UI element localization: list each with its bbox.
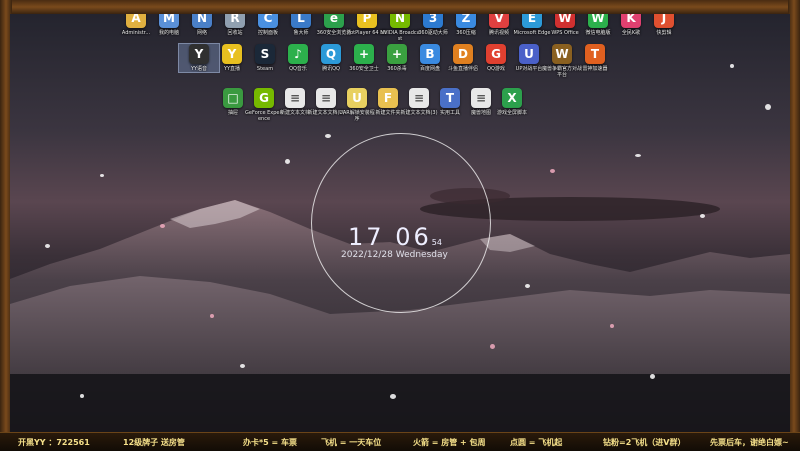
app-icon: □ bbox=[223, 88, 243, 108]
ticker-item: 开黑YY ：722561 bbox=[18, 438, 90, 447]
desktop-icon[interactable]: X 游戏全屏脚本 bbox=[492, 88, 532, 116]
ticker-item: 点圆 = 飞机起 bbox=[510, 438, 563, 447]
app-icon: B bbox=[420, 44, 440, 64]
app-icon: ≡ bbox=[316, 88, 336, 108]
app-icon: Q bbox=[321, 44, 341, 64]
app-icon: N bbox=[390, 14, 410, 28]
app-icon: A bbox=[126, 14, 146, 28]
app-icon: S bbox=[255, 44, 275, 64]
app-icon: G bbox=[254, 88, 274, 108]
app-icon: L bbox=[291, 14, 311, 28]
app-icon: 3 bbox=[423, 14, 443, 28]
app-icon: K bbox=[621, 14, 641, 28]
app-icon: Z bbox=[456, 14, 476, 28]
clock-second: 54 bbox=[431, 238, 442, 247]
app-icon: R bbox=[225, 14, 245, 28]
desktop-icon-label: 游戏全屏脚本 bbox=[496, 110, 527, 116]
snowflake bbox=[490, 344, 495, 349]
ticker-item: 办卡*5 = 车票 bbox=[243, 438, 298, 447]
snowflake bbox=[550, 169, 555, 173]
desktop-wallpaper[interactable]: A Administr... M 我的电脑 N 网络 R 回收站 C 控制面板 L 鲁大师 e 360安全… bbox=[10, 14, 790, 432]
snowflake bbox=[700, 214, 705, 218]
snowflake bbox=[80, 394, 84, 398]
app-icon: X bbox=[502, 88, 522, 108]
desktop-icon-label: 快剪辑 bbox=[656, 30, 672, 36]
app-icon: + bbox=[387, 44, 407, 64]
snowflake bbox=[650, 374, 655, 379]
app-icon: P bbox=[357, 14, 377, 28]
app-icon: F bbox=[378, 88, 398, 108]
app-icon: U bbox=[519, 44, 539, 64]
app-icon: E bbox=[522, 14, 542, 28]
app-icon: ≡ bbox=[409, 88, 429, 108]
app-icon: D bbox=[453, 44, 473, 64]
app-icon: W bbox=[588, 14, 608, 28]
app-icon: U bbox=[347, 88, 367, 108]
app-icon: J bbox=[654, 14, 674, 28]
ticker-item: 钻粉=2飞机（进V群） bbox=[603, 438, 686, 447]
snowflake bbox=[45, 244, 50, 248]
desktop-icon[interactable]: J 快剪辑 bbox=[644, 14, 684, 36]
snowflake bbox=[390, 394, 396, 399]
app-icon: N bbox=[192, 14, 212, 28]
stream-info-ticker: 开黑YY ：722561 12级牌子 送房管 办卡*5 = 车票 飞机 = 一天车位 火… bbox=[0, 432, 800, 451]
clock-minute: 06 bbox=[395, 223, 432, 251]
app-icon: e bbox=[324, 14, 344, 28]
ticker-item: 火箭 = 房管 + 包周 bbox=[413, 438, 486, 447]
snowflake bbox=[525, 284, 530, 288]
snowflake bbox=[100, 174, 104, 177]
snowflake bbox=[635, 154, 641, 157]
app-icon: V bbox=[489, 14, 509, 28]
snowflake bbox=[610, 324, 614, 328]
app-icon: ≡ bbox=[471, 88, 491, 108]
ticker-item: 先票后车，谢绝白嫖~ bbox=[710, 438, 789, 447]
ticker-item: 飞机 = 一天车位 bbox=[321, 438, 382, 447]
ticker-item: 12级牌子 送房管 bbox=[123, 438, 185, 447]
snowflake bbox=[285, 159, 290, 164]
app-icon: C bbox=[258, 14, 278, 28]
snowflake bbox=[160, 224, 165, 228]
app-icon: G bbox=[486, 44, 506, 64]
app-icon: + bbox=[354, 44, 374, 64]
snowflake bbox=[210, 314, 214, 318]
desktop-icon[interactable]: T 雷神加速器 bbox=[575, 44, 615, 72]
clock-date: 2022/12/28 Wednesday bbox=[341, 250, 448, 260]
app-icon: ≡ bbox=[285, 88, 305, 108]
app-icon: T bbox=[585, 44, 605, 64]
app-icon: ♪ bbox=[288, 44, 308, 64]
app-icon: W bbox=[555, 14, 575, 28]
app-icon: W bbox=[552, 44, 572, 64]
app-icon: M bbox=[159, 14, 179, 28]
clock-time: 17 0654 bbox=[348, 223, 468, 251]
clock-hour: 17 bbox=[348, 223, 385, 251]
app-icon: Y bbox=[222, 44, 242, 64]
app-icon: T bbox=[440, 88, 460, 108]
frame-top-border bbox=[0, 0, 800, 14]
app-icon: Y bbox=[189, 44, 209, 64]
desktop-icon-label: 雷神加速器 bbox=[582, 66, 608, 72]
snowflake bbox=[240, 364, 245, 368]
